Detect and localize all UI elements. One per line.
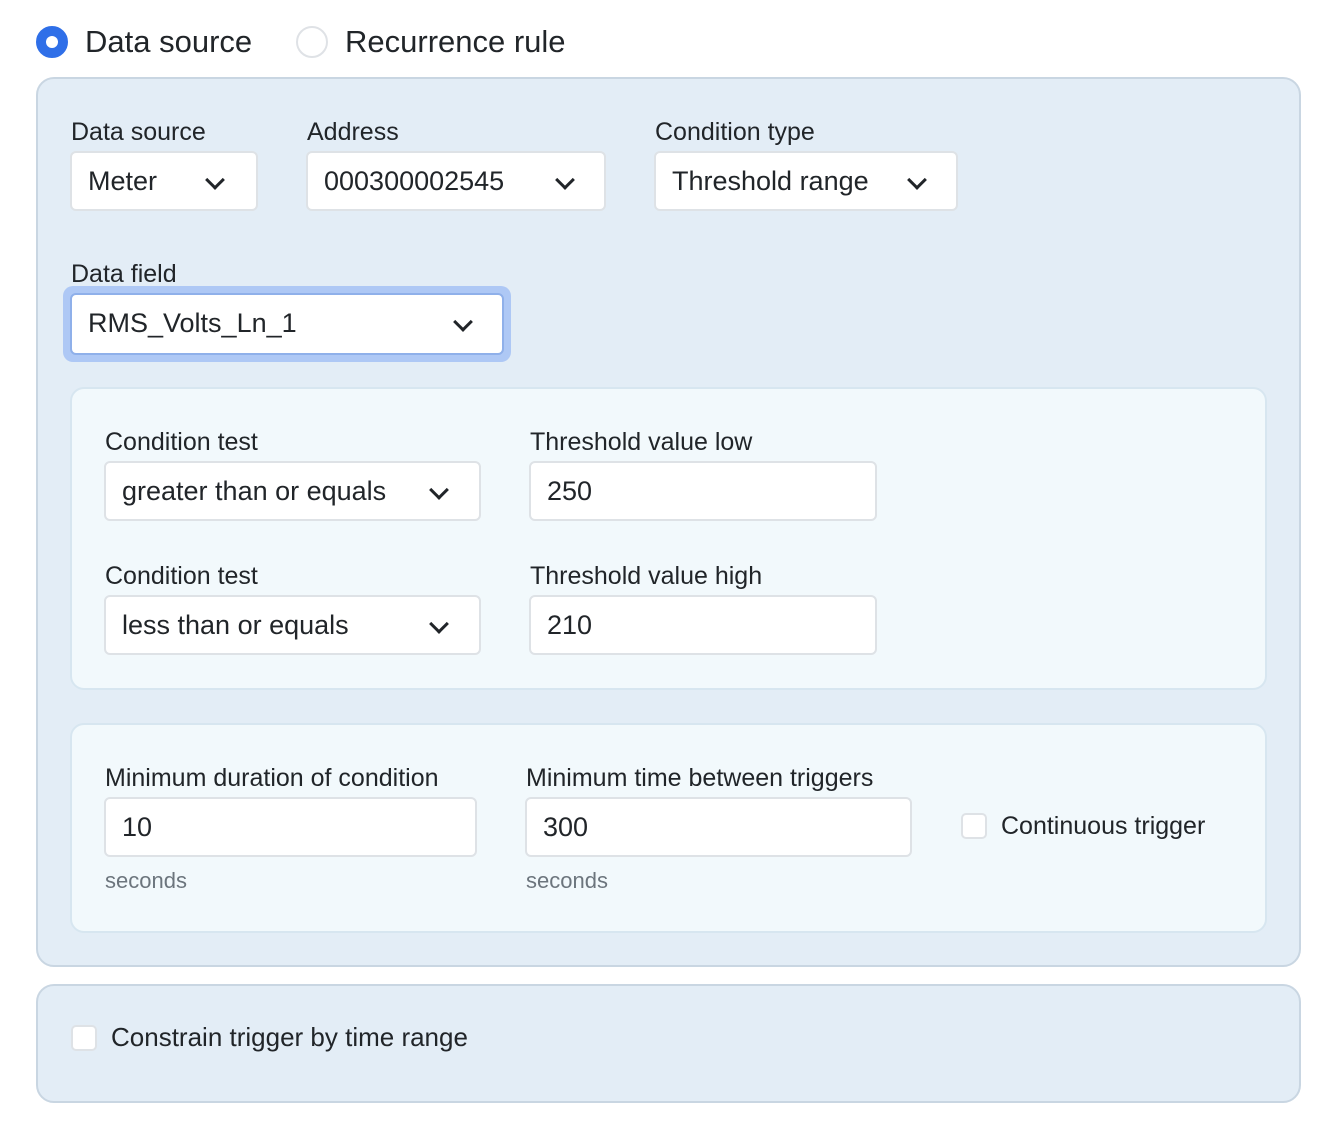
radio-data-source[interactable]	[36, 26, 68, 58]
condition-test-high-value: less than or equals	[122, 610, 349, 640]
chevron-down-icon	[429, 614, 449, 634]
continuous-trigger-checkbox[interactable]	[961, 813, 987, 839]
threshold-high-input[interactable]: 210	[529, 595, 877, 655]
radio-recurrence-rule[interactable]	[296, 26, 328, 58]
data-field-select[interactable]: RMS_Volts_Ln_1	[70, 293, 504, 355]
radio-recurrence-rule-label[interactable]: Recurrence rule	[345, 24, 566, 60]
chevron-down-icon	[429, 480, 449, 500]
data-field-value: RMS_Volts_Ln_1	[88, 308, 297, 338]
min-between-input[interactable]: 300	[525, 797, 912, 857]
address-value: 000300002545	[324, 166, 505, 196]
min-duration-unit: seconds	[105, 868, 187, 893]
condition-type-select[interactable]: Threshold range	[654, 151, 958, 211]
min-between-label: Minimum time between triggers	[526, 764, 874, 792]
continuous-trigger-label[interactable]: Continuous trigger	[1001, 811, 1205, 841]
condition-test-high-label: Condition test	[105, 562, 258, 590]
min-duration-label: Minimum duration of condition	[105, 764, 439, 792]
condition-test-low-select[interactable]: greater than or equals	[104, 461, 481, 521]
constrain-time-range-checkbox[interactable]	[71, 1025, 97, 1051]
data-source-select[interactable]: Meter	[70, 151, 258, 211]
condition-type-value: Threshold range	[672, 166, 869, 196]
chevron-down-icon	[555, 170, 575, 190]
threshold-low-label: Threshold value low	[530, 428, 753, 456]
min-duration-input[interactable]: 10	[104, 797, 477, 857]
condition-type-label: Condition type	[655, 118, 815, 146]
min-between-unit: seconds	[526, 868, 608, 893]
address-select[interactable]: 000300002545	[306, 151, 606, 211]
data-field-label: Data field	[71, 260, 177, 288]
condition-test-low-value: greater than or equals	[122, 476, 387, 506]
data-source-label: Data source	[71, 118, 206, 146]
chevron-down-icon	[205, 170, 225, 190]
chevron-down-icon	[453, 312, 473, 332]
constrain-time-range-label[interactable]: Constrain trigger by time range	[111, 1022, 468, 1052]
data-source-value: Meter	[88, 166, 158, 196]
threshold-high-label: Threshold value high	[530, 562, 763, 590]
radio-data-source-label[interactable]: Data source	[85, 24, 252, 60]
threshold-low-input[interactable]: 250	[529, 461, 877, 521]
condition-test-high-select[interactable]: less than or equals	[104, 595, 481, 655]
condition-test-low-label: Condition test	[105, 428, 258, 456]
address-label: Address	[307, 118, 399, 146]
chevron-down-icon	[907, 170, 927, 190]
